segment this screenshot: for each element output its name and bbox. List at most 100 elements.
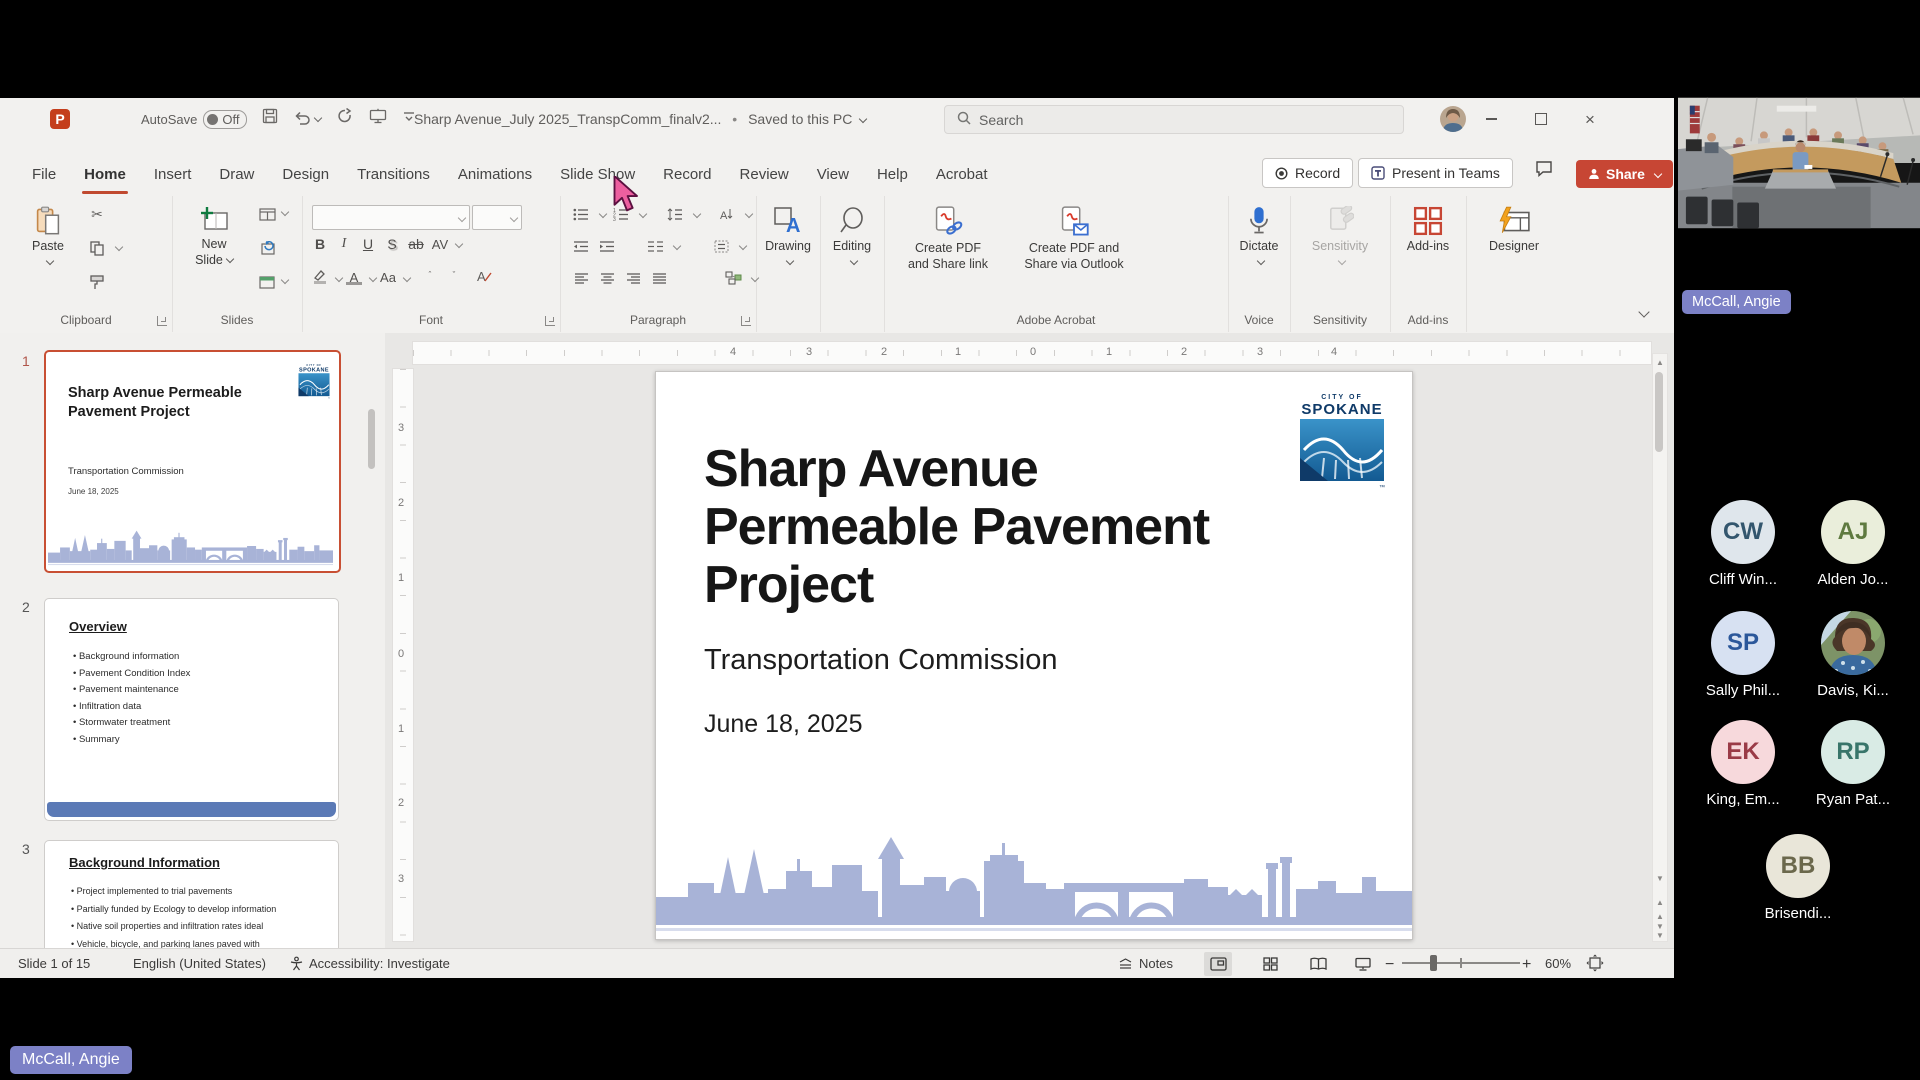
tab-design[interactable]: Design [268, 159, 343, 190]
section-icon[interactable] [256, 272, 278, 292]
tab-help[interactable]: Help [863, 159, 922, 190]
align-text-icon[interactable] [710, 236, 732, 256]
cut-icon[interactable]: ✂ [86, 204, 108, 224]
smartart-icon[interactable] [722, 268, 744, 288]
create-pdf-share-outlook-button[interactable]: Create PDF and Share via Outlook [1010, 206, 1138, 272]
reading-view-button[interactable] [1304, 952, 1332, 976]
canvas-scrollbar-thumb[interactable] [1655, 372, 1663, 452]
new-slide-button[interactable]: New Slide [184, 206, 244, 268]
slide-thumbnail-3[interactable]: Background Information • Project impleme… [44, 840, 339, 948]
grow-font-button[interactable]: ˆ [418, 270, 442, 286]
slide-subtitle[interactable]: Transportation Commission [704, 644, 1058, 677]
participant-tile[interactable]: Davis, Ki... [1798, 611, 1908, 699]
maximize-button[interactable] [1535, 113, 1547, 125]
tab-home[interactable]: Home [70, 159, 140, 194]
align-left-icon[interactable] [570, 268, 592, 288]
tab-transitions[interactable]: Transitions [343, 159, 444, 190]
redo-icon[interactable] [337, 107, 353, 127]
tab-animations[interactable]: Animations [444, 159, 546, 190]
participant-tile[interactable]: BB Brisendi... [1743, 834, 1853, 922]
font-size-dropdown[interactable] [472, 205, 522, 230]
tab-insert[interactable]: Insert [140, 159, 206, 190]
undo-icon[interactable] [294, 110, 323, 126]
tab-review[interactable]: Review [726, 159, 803, 190]
reset-slide-icon[interactable] [256, 238, 278, 258]
dictate-button[interactable]: Dictate [1231, 206, 1287, 265]
thumbnail-scrollbar[interactable] [366, 337, 377, 937]
designer-button[interactable]: Designer [1480, 206, 1548, 255]
columns-icon[interactable] [644, 236, 666, 256]
language-status[interactable]: English (United States) [133, 956, 266, 971]
slide-layout-icon[interactable] [256, 204, 278, 224]
zoom-slider-thumb[interactable] [1430, 955, 1437, 971]
search-input[interactable]: Search [944, 105, 1404, 134]
scroll-down-icon[interactable]: ▼ [1653, 872, 1667, 886]
participant-tile[interactable]: SP Sally Phil... [1688, 611, 1798, 699]
copy-icon[interactable] [86, 238, 108, 258]
participant-tile[interactable]: CW Cliff Win... [1688, 500, 1798, 588]
shrink-font-button[interactable]: ˇ [442, 270, 466, 286]
autosave-pill[interactable]: Off [203, 110, 248, 129]
accessibility-status[interactable]: Accessibility: Investigate [309, 956, 450, 971]
underline-button[interactable]: U [356, 236, 380, 252]
text-direction-icon[interactable]: A [716, 204, 738, 224]
sensitivity-button[interactable]: Sensitivity [1300, 206, 1380, 265]
record-button[interactable]: Record [1262, 158, 1354, 188]
collapse-ribbon-icon[interactable] [1638, 306, 1650, 318]
align-center-icon[interactable] [596, 268, 618, 288]
participant-tile[interactable]: AJ Alden Jo... [1798, 500, 1908, 588]
participant-tile[interactable]: RP Ryan Pat... [1798, 720, 1908, 808]
autosave-toggle[interactable]: AutoSave Off [141, 110, 248, 129]
slide-sorter-view-button[interactable] [1256, 952, 1284, 976]
tab-view[interactable]: View [803, 159, 863, 190]
strikethrough-button[interactable]: ab [404, 236, 428, 252]
tab-record[interactable]: Record [649, 159, 725, 190]
highlight-color-button[interactable] [308, 268, 332, 287]
canvas-scrollbar[interactable]: ▲ ▼ ▲ ▲ ▼ ▼ [1652, 353, 1668, 942]
tab-file[interactable]: File [18, 159, 70, 190]
slide-thumbnail-1[interactable]: Sharp Avenue Permeable Pavement Project … [44, 350, 341, 573]
scroll-up-icon[interactable]: ▲ [1653, 356, 1667, 370]
present-in-teams-button[interactable]: Present in Teams [1358, 158, 1513, 188]
bullets-icon[interactable] [570, 204, 592, 224]
editing-button[interactable]: Editing [822, 206, 882, 265]
tab-draw[interactable]: Draw [205, 159, 268, 190]
justify-icon[interactable] [648, 268, 670, 288]
notes-button[interactable]: Notes [1118, 956, 1173, 971]
line-spacing-icon[interactable] [664, 204, 686, 224]
normal-view-button[interactable] [1204, 952, 1232, 976]
slide-editor[interactable]: Sharp Avenue Permeable Pavement Project … [655, 371, 1413, 940]
addins-button[interactable]: Add-ins [1398, 206, 1458, 255]
increase-indent-icon[interactable] [596, 236, 618, 256]
horizontal-ruler[interactable]: 4 3 2 1 0 1 2 3 4 [412, 341, 1652, 365]
powerpoint-app-icon[interactable]: P [50, 109, 70, 129]
document-filename[interactable]: Sharp Avenue_July 2025_TranspComm_finalv… [414, 111, 721, 127]
participant-tile[interactable]: EK King, Em... [1688, 720, 1798, 808]
clear-formatting-button[interactable]: A [472, 269, 496, 286]
decrease-indent-icon[interactable] [570, 236, 592, 256]
slide-number-status[interactable]: Slide 1 of 15 [18, 956, 90, 971]
minimize-button[interactable] [1486, 118, 1497, 120]
comments-icon[interactable] [1535, 160, 1553, 182]
text-shadow-button[interactable]: S [380, 236, 404, 252]
tab-acrobat[interactable]: Acrobat [922, 159, 1002, 190]
zoom-level[interactable]: 60% [1545, 956, 1571, 971]
start-slideshow-icon[interactable] [369, 108, 387, 127]
slide-title[interactable]: Sharp Avenue Permeable Pavement Project [704, 440, 1210, 614]
slide-date[interactable]: June 18, 2025 [704, 710, 862, 739]
create-pdf-share-link-button[interactable]: Create PDF and Share link [892, 206, 1004, 272]
format-painter-icon[interactable] [86, 272, 108, 292]
paste-button[interactable]: Paste [22, 206, 74, 265]
slideshow-view-button[interactable] [1349, 952, 1377, 976]
presenter-video-tile[interactable] [1678, 97, 1920, 229]
thumbnail-scrollbar-thumb[interactable] [368, 409, 375, 469]
italic-button[interactable]: I [332, 236, 356, 252]
save-status[interactable]: Saved to this PC [748, 111, 852, 127]
next-slide-icon[interactable]: ▼ ▼ [1653, 922, 1667, 940]
character-spacing-button[interactable]: AV [428, 237, 452, 252]
change-case-button[interactable]: Aa [376, 270, 400, 285]
vertical-ruler[interactable]: 3 2 1 0 1 2 3 [392, 368, 414, 942]
fit-slide-to-window-button[interactable] [1586, 954, 1604, 975]
font-color-button[interactable]: A [342, 270, 366, 285]
save-icon[interactable] [262, 108, 278, 127]
